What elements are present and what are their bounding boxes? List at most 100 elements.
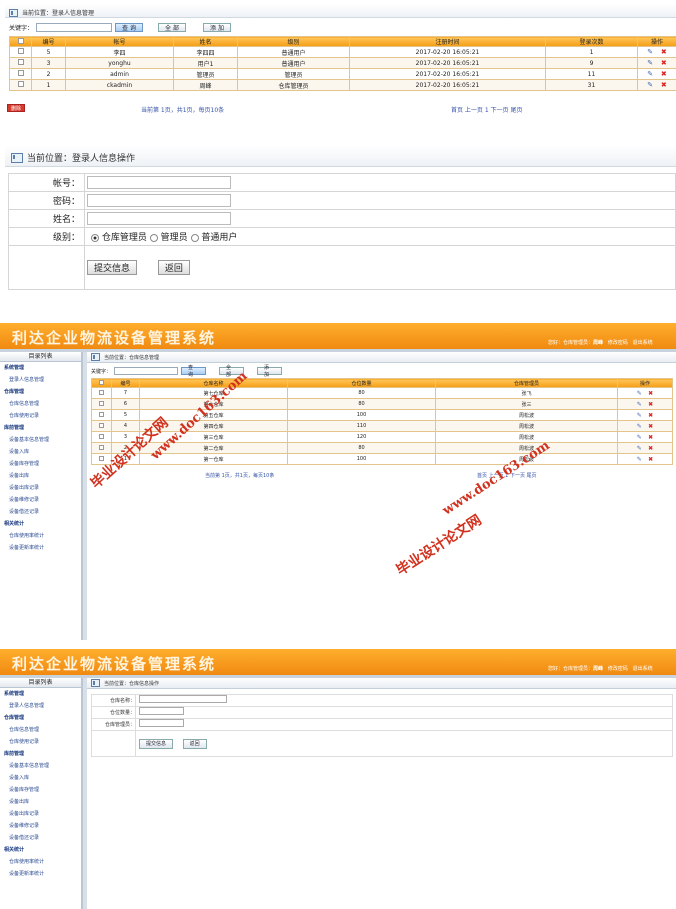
logout-link[interactable]: 退出系统 bbox=[633, 340, 653, 346]
slot-count-input[interactable] bbox=[139, 707, 184, 716]
delete-icon[interactable]: ✖ bbox=[648, 423, 653, 430]
change-password-link[interactable]: 修改密码 bbox=[608, 666, 628, 672]
edit-icon[interactable]: ✎ bbox=[637, 456, 642, 463]
edit-icon[interactable]: ✎ bbox=[637, 412, 642, 419]
delete-icon[interactable]: ✖ bbox=[648, 456, 653, 463]
select-all-checkbox[interactable] bbox=[91, 378, 112, 388]
edit-icon[interactable]: ✎ bbox=[637, 390, 642, 397]
menu-item[interactable]: 仓库使用记录 bbox=[0, 410, 81, 422]
warehouse-name-input[interactable] bbox=[139, 695, 227, 704]
submit-button[interactable]: 提交信息 bbox=[87, 260, 138, 275]
menu-group[interactable]: 相关统计 bbox=[0, 518, 81, 530]
row-checkbox[interactable] bbox=[91, 387, 112, 399]
menu-item[interactable]: 登录人信息管理 bbox=[0, 700, 81, 712]
delete-icon[interactable]: ✖ bbox=[648, 412, 653, 419]
menu-item[interactable]: 设备入库 bbox=[0, 446, 81, 458]
keyword-input[interactable] bbox=[114, 367, 179, 375]
col-header: 操作 bbox=[637, 36, 676, 47]
delete-icon[interactable]: ✖ bbox=[648, 401, 653, 408]
menu-item[interactable]: 设备库存管理 bbox=[0, 784, 81, 796]
cell: 100 bbox=[287, 409, 436, 421]
edit-icon[interactable]: ✎ bbox=[647, 70, 653, 78]
menu-item[interactable]: 设备借还记录 bbox=[0, 506, 81, 518]
row-checkbox[interactable] bbox=[9, 79, 32, 91]
menu-group[interactable]: 库前管理 bbox=[0, 748, 81, 760]
menu-item[interactable]: 设备出库记录 bbox=[0, 482, 81, 494]
menu-item[interactable]: 设备库存管理 bbox=[0, 458, 81, 470]
menu-item[interactable]: 设备维修记录 bbox=[0, 820, 81, 832]
edit-icon[interactable]: ✎ bbox=[637, 401, 642, 408]
menu-group[interactable]: 系统管理 bbox=[0, 362, 81, 374]
name-input[interactable] bbox=[87, 211, 231, 225]
radio-normal-user[interactable] bbox=[190, 233, 199, 242]
row-checkbox[interactable] bbox=[9, 68, 32, 80]
search-button[interactable]: 查 询 bbox=[181, 365, 207, 378]
menu-item[interactable]: 设备更新率统计 bbox=[0, 542, 81, 554]
menu-group[interactable]: 仓库管理 bbox=[0, 386, 81, 398]
edit-icon[interactable]: ✎ bbox=[637, 434, 642, 441]
menu-item[interactable]: 设备入库 bbox=[0, 772, 81, 784]
delete-icon[interactable]: ✖ bbox=[648, 445, 653, 452]
keyword-input[interactable] bbox=[36, 23, 113, 32]
delete-icon[interactable]: ✖ bbox=[661, 81, 667, 89]
radio-label: 管理员 bbox=[160, 233, 188, 243]
menu-item[interactable]: 仓库信息管理 bbox=[0, 398, 81, 410]
edit-icon[interactable]: ✎ bbox=[637, 445, 642, 452]
menu-item[interactable]: 设备基本信息管理 bbox=[0, 760, 81, 772]
delete-icon[interactable]: ✖ bbox=[661, 48, 667, 56]
col-header: 姓名 bbox=[173, 36, 238, 47]
menu-group[interactable]: 相关统计 bbox=[0, 844, 81, 856]
delete-icon[interactable]: ✖ bbox=[648, 390, 653, 397]
radio-admin[interactable] bbox=[149, 233, 158, 242]
warehouse-admin-input[interactable] bbox=[139, 719, 184, 728]
menu-group[interactable]: 库前管理 bbox=[0, 422, 81, 434]
edit-icon[interactable]: ✎ bbox=[647, 59, 653, 67]
menu-item[interactable]: 仓库使用率统计 bbox=[0, 530, 81, 542]
menu-group[interactable]: 仓库管理 bbox=[0, 712, 81, 724]
menu-item[interactable]: 设备借还记录 bbox=[0, 832, 81, 844]
menu-item[interactable]: 设备基本信息管理 bbox=[0, 434, 81, 446]
menu-item[interactable]: 仓库使用记录 bbox=[0, 736, 81, 748]
delete-icon[interactable]: ✖ bbox=[661, 70, 667, 78]
menu-item[interactable]: 仓库使用率统计 bbox=[0, 856, 81, 868]
row-checkbox[interactable] bbox=[91, 442, 112, 454]
menu-item[interactable]: 设备出库 bbox=[0, 470, 81, 482]
menu-item[interactable]: 仓库信息管理 bbox=[0, 724, 81, 736]
menu-group[interactable]: 系统管理 bbox=[0, 688, 81, 700]
row-checkbox[interactable] bbox=[91, 398, 112, 410]
select-all-checkbox[interactable] bbox=[9, 36, 32, 47]
delete-selected-button[interactable]: 删除 bbox=[7, 104, 26, 112]
menu-item[interactable]: 设备出库记录 bbox=[0, 808, 81, 820]
add-button[interactable]: 添 加 bbox=[257, 365, 283, 378]
row-checkbox[interactable] bbox=[91, 409, 112, 421]
menu-item[interactable]: 登录人信息管理 bbox=[0, 374, 81, 386]
menu-item[interactable]: 设备更新率统计 bbox=[0, 868, 81, 880]
delete-icon[interactable]: ✖ bbox=[648, 434, 653, 441]
row-checkbox[interactable] bbox=[9, 46, 32, 58]
breadcrumb: 当前位置：登录人信息管理 bbox=[9, 8, 94, 17]
row-checkbox[interactable] bbox=[9, 57, 32, 69]
edit-icon[interactable]: ✎ bbox=[637, 423, 642, 430]
back-button[interactable]: 返回 bbox=[182, 738, 207, 749]
logout-link[interactable]: 退出系统 bbox=[633, 666, 653, 672]
breadcrumb: 当前位置：仓库信息操作 bbox=[87, 678, 676, 689]
submit-button[interactable]: 提交信息 bbox=[139, 738, 174, 749]
change-password-link[interactable]: 修改密码 bbox=[608, 340, 628, 346]
menu-item[interactable]: 设备出库 bbox=[0, 796, 81, 808]
edit-icon[interactable]: ✎ bbox=[647, 48, 653, 56]
add-button[interactable]: 添 加 bbox=[203, 23, 232, 32]
user-name: 周峰 bbox=[593, 666, 604, 672]
edit-icon[interactable]: ✎ bbox=[647, 81, 653, 89]
search-button[interactable]: 查 询 bbox=[115, 23, 144, 32]
pager-nav[interactable]: 首页 上一页 1 下一页 尾页 bbox=[451, 105, 522, 114]
radio-warehouse-admin[interactable] bbox=[91, 233, 99, 242]
row-checkbox[interactable] bbox=[91, 431, 112, 443]
password-input[interactable] bbox=[87, 193, 231, 207]
menu-item[interactable]: 设备维修记录 bbox=[0, 494, 81, 506]
back-button[interactable]: 返回 bbox=[157, 260, 190, 275]
row-checkbox[interactable] bbox=[91, 420, 112, 432]
username-input[interactable] bbox=[87, 175, 231, 189]
delete-icon[interactable]: ✖ bbox=[661, 59, 667, 67]
show-all-button[interactable]: 全 部 bbox=[158, 23, 187, 32]
cell: 1 bbox=[31, 79, 66, 91]
